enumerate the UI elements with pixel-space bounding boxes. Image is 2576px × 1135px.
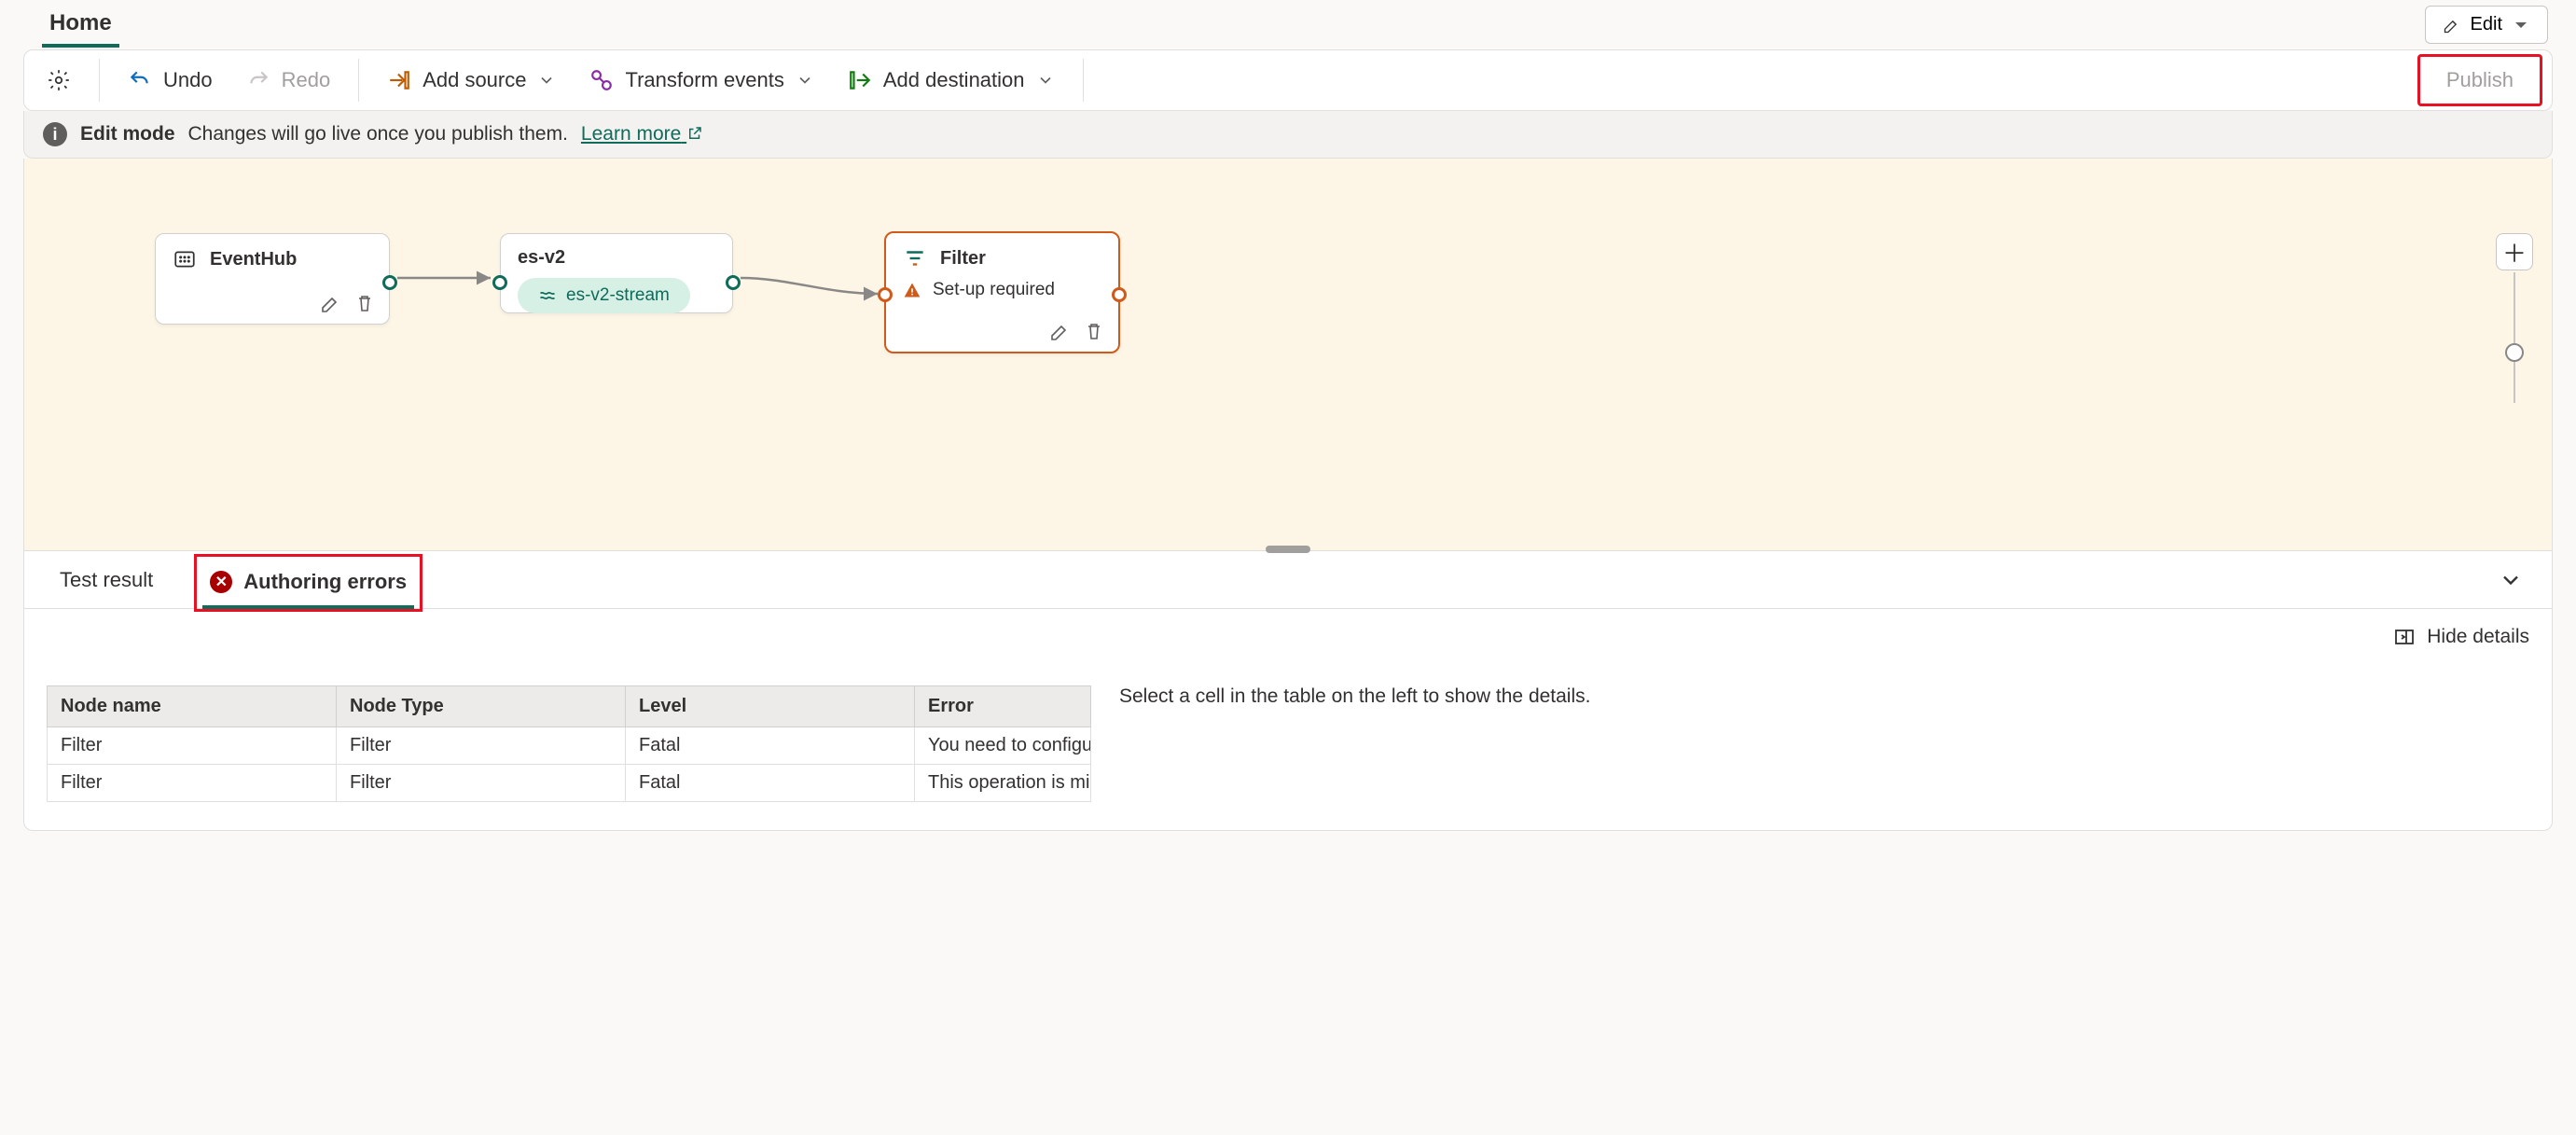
separator [358, 59, 359, 102]
add-source-button[interactable]: Add source [374, 61, 569, 100]
errors-table[interactable]: Node name Node Type Level Error Filter F… [47, 685, 1091, 802]
chevron-down-icon [1036, 71, 1055, 90]
col-node-name[interactable]: Node name [48, 686, 337, 727]
transform-label: Transform events [625, 68, 783, 92]
table-header-row: Node name Node Type Level Error [48, 686, 1091, 727]
edit-button[interactable]: Edit [2425, 6, 2548, 44]
stream-pill-label: es-v2-stream [566, 285, 670, 306]
publish-button[interactable]: Publish [2417, 54, 2542, 106]
cell-node-name[interactable]: Filter [48, 727, 337, 765]
node-esv2-title: es-v2 [518, 247, 565, 269]
delete-node-icon[interactable] [1083, 320, 1105, 342]
add-destination-label: Add destination [883, 68, 1025, 92]
node-eventhub[interactable]: EventHub [155, 233, 390, 325]
input-port[interactable] [492, 275, 507, 290]
output-port[interactable] [1112, 287, 1127, 302]
redo-icon [246, 68, 270, 92]
cell-node-type[interactable]: Filter [337, 765, 626, 802]
table-row[interactable]: Filter Filter Fatal You need to configur… [48, 727, 1091, 765]
chevron-down-icon [796, 71, 814, 90]
zoom-slider-rail[interactable] [2514, 272, 2515, 403]
undo-icon [128, 68, 152, 92]
undo-label: Undo [163, 68, 213, 92]
tab-authoring-errors-label: Authoring errors [243, 570, 407, 594]
cell-level[interactable]: Fatal [626, 727, 915, 765]
eventhub-icon [173, 247, 197, 271]
add-source-label: Add source [422, 68, 526, 92]
tab-authoring-errors[interactable]: ✕ Authoring errors [202, 559, 414, 609]
node-filter-title: Filter [940, 248, 986, 270]
info-mode-label: Edit mode [80, 123, 175, 145]
pencil-icon [2443, 16, 2461, 35]
toolbar: Undo Redo Add source Transform events [23, 49, 2553, 111]
plus-icon: ＋ [2502, 235, 2527, 270]
redo-label: Redo [282, 68, 331, 92]
bottom-panel: Test result ✕ Authoring errors Hide deta… [23, 550, 2553, 831]
tab-authoring-errors-highlight: ✕ Authoring errors [194, 554, 422, 612]
cell-level[interactable]: Fatal [626, 765, 915, 802]
node-eventhub-title: EventHub [210, 249, 297, 270]
learn-more-label: Learn more [581, 123, 681, 145]
canvas[interactable]: EventHub es-v2 es-v2-stream [23, 159, 2553, 550]
edit-button-label: Edit [2471, 14, 2502, 35]
zoom-slider-handle[interactable] [2505, 343, 2524, 362]
transform-icon [589, 68, 614, 92]
cell-error[interactable]: This operation is missin [915, 765, 1091, 802]
detail-pane: Select a cell in the table on the left t… [1119, 685, 2529, 802]
hide-details-label: Hide details [2427, 626, 2529, 648]
error-badge-icon: ✕ [210, 571, 232, 593]
collapse-right-icon [2393, 626, 2416, 648]
gear-icon [47, 68, 71, 92]
filter-icon [903, 246, 927, 270]
errors-table-wrap: Node name Node Type Level Error Filter F… [47, 685, 1091, 802]
redo-button[interactable]: Redo [233, 61, 344, 100]
node-filter-status-label: Set-up required [933, 280, 1055, 300]
open-external-icon [686, 125, 703, 142]
delete-node-icon[interactable] [353, 292, 376, 314]
connection-esv2-filter [733, 266, 887, 312]
input-port[interactable] [878, 287, 893, 302]
info-icon: i [43, 122, 67, 146]
destination-icon [848, 68, 872, 92]
output-port[interactable] [726, 275, 741, 290]
source-icon [387, 68, 411, 92]
stream-icon [538, 286, 557, 305]
header-row: Home Edit [23, 0, 2553, 49]
info-message: Changes will go live once you publish th… [188, 123, 568, 145]
table-row[interactable]: Filter Filter Fatal This operation is mi… [48, 765, 1091, 802]
edit-node-icon[interactable] [320, 292, 342, 314]
node-filter-status: Set-up required [886, 276, 1118, 304]
undo-button[interactable]: Undo [115, 61, 226, 100]
add-node-button[interactable]: ＋ [2496, 233, 2533, 270]
separator [99, 59, 100, 102]
cell-error[interactable]: You need to configure t [915, 727, 1091, 765]
settings-button[interactable] [34, 61, 84, 100]
cell-node-name[interactable]: Filter [48, 765, 337, 802]
node-filter[interactable]: Filter Set-up required [884, 231, 1120, 353]
hide-details-button[interactable]: Hide details [2393, 626, 2529, 648]
separator [1083, 59, 1084, 102]
panel-drag-handle[interactable] [1266, 546, 1310, 553]
col-node-type[interactable]: Node Type [337, 686, 626, 727]
transform-events-button[interactable]: Transform events [576, 61, 826, 100]
output-port[interactable] [382, 275, 397, 290]
chevron-down-icon [537, 71, 556, 90]
panel-tabs: Test result ✕ Authoring errors [24, 551, 2552, 609]
add-destination-button[interactable]: Add destination [835, 61, 1068, 100]
collapse-panel-icon[interactable] [2498, 567, 2524, 593]
stream-pill[interactable]: es-v2-stream [518, 278, 690, 313]
node-esv2[interactable]: es-v2 es-v2-stream [500, 233, 733, 313]
caret-down-icon [2512, 16, 2530, 35]
col-level[interactable]: Level [626, 686, 915, 727]
col-error[interactable]: Error [915, 686, 1091, 727]
connection-eventhub-esv2 [390, 266, 502, 294]
learn-more-link[interactable]: Learn more [581, 123, 703, 145]
tab-home[interactable]: Home [42, 3, 119, 48]
warning-icon [903, 281, 921, 299]
cell-node-type[interactable]: Filter [337, 727, 626, 765]
info-bar: i Edit mode Changes will go live once yo… [23, 111, 2553, 159]
tab-test-result[interactable]: Test result [52, 557, 160, 603]
edit-node-icon[interactable] [1049, 320, 1072, 342]
panel-body: Node name Node Type Level Error Filter F… [24, 667, 2552, 830]
